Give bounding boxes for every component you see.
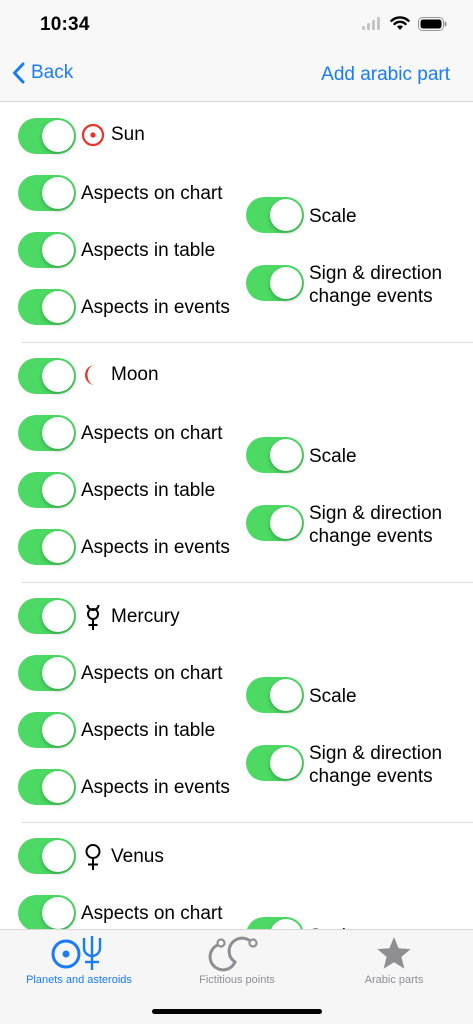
aspects-on-chart-toggle[interactable] [18,655,76,691]
tab-fictitious-points[interactable]: Fictitious points [158,930,316,1000]
venus-enabled-toggle[interactable] [18,838,76,874]
fictitious-points-icon [208,936,258,972]
navigation-bar: Back Add arabic part [0,50,473,102]
mercury-enabled-toggle[interactable] [18,598,76,634]
aspects-in-table-toggle[interactable] [18,472,76,508]
aspects-on-chart-label: Aspects on chart [81,183,223,204]
scale-toggle[interactable] [246,197,304,233]
aspects-in-events-label: Aspects in events [81,777,230,798]
aspects-in-events-toggle[interactable] [18,529,76,565]
signal-icon [362,17,380,30]
scale-label: Scale [309,446,357,467]
aspects-in-events-label: Aspects in events [81,537,230,558]
home-indicator[interactable] [152,1009,322,1014]
tab-label: Arabic parts [364,974,424,986]
add-arabic-part-button[interactable]: Add arabic part [321,64,450,86]
aspects-in-events-label: Aspects in events [81,297,230,318]
planet-section-sun: Sun Aspects on chart Aspects in table As… [0,102,473,342]
tab-label: Planets and asteroids [26,974,132,986]
mercury-symbol-icon [86,604,100,630]
aspects-on-chart-toggle[interactable] [18,415,76,451]
aspects-in-table-label: Aspects in table [81,720,216,741]
sun-enabled-toggle[interactable] [18,118,76,154]
aspects-on-chart-toggle[interactable] [18,895,76,929]
planet-name: Mercury [111,606,180,627]
moon-enabled-toggle[interactable] [18,358,76,394]
status-time: 10:34 [40,14,90,35]
aspects-in-table-label: Aspects in table [81,480,216,501]
tab-label: Fictitious points [199,974,275,986]
planets-asteroids-icon [51,936,102,970]
scale-label: Scale [309,206,357,227]
planet-section-venus: Venus Aspects on chart Scale [0,822,473,929]
planet-section-moon: Moon Aspects on chart Aspects in table A… [0,342,473,582]
star-icon [377,937,411,969]
status-bar: 10:34 [0,0,473,50]
aspects-on-chart-label: Aspects on chart [81,903,223,924]
sign-direction-change-toggle[interactable] [246,745,304,781]
planet-header: Sun [81,123,145,147]
aspects-in-events-toggle[interactable] [18,769,76,805]
status-icons [362,16,447,31]
aspects-in-table-toggle[interactable] [18,712,76,748]
planet-name: Moon [111,364,159,385]
tab-arabic-parts[interactable]: Arabic parts [315,930,473,1000]
sign-direction-label-line1: Sign & direction [309,263,443,284]
aspects-on-chart-label: Aspects on chart [81,663,223,684]
scale-toggle[interactable] [246,437,304,473]
sign-direction-label-line2: change events [309,526,433,547]
aspects-on-chart-label: Aspects on chart [81,423,223,444]
scale-toggle[interactable] [246,677,304,713]
aspects-on-chart-toggle[interactable] [18,175,76,211]
moon-symbol-icon [85,365,95,385]
sign-direction-label-line2: change events [309,286,433,307]
planet-section-mercury: Mercury Aspects on chart Aspects in tabl… [0,582,473,822]
back-label: Back [31,62,74,83]
tab-planets-and-asteroids[interactable]: Planets and asteroids [0,930,158,1000]
sign-direction-label-line1: Sign & direction [309,743,443,764]
planet-header: Mercury [81,603,180,631]
planet-header: Moon [81,363,159,387]
aspects-in-events-toggle[interactable] [18,289,76,325]
planet-settings-list[interactable]: Sun Aspects on chart Aspects in table As… [0,102,473,929]
scale-toggle[interactable] [246,917,304,929]
planet-name: Venus [111,846,164,867]
aspects-in-table-label: Aspects in table [81,240,216,261]
wifi-icon [390,16,410,30]
sign-direction-change-toggle[interactable] [246,265,304,301]
sign-direction-label-line1: Sign & direction [309,503,443,524]
battery-icon [418,16,447,31]
tab-bar: Planets and asteroids Fictitious points … [0,929,473,1024]
sign-direction-change-toggle[interactable] [246,505,304,541]
sign-direction-label-line2: change events [309,766,433,787]
sun-symbol-icon [81,123,105,147]
planet-header: Venus [81,843,164,871]
venus-symbol-icon [85,844,101,870]
aspects-in-table-toggle[interactable] [18,232,76,268]
chevron-left-icon [13,62,25,84]
scale-label: Scale [309,686,357,707]
back-button[interactable]: Back [12,62,73,84]
planet-name: Sun [111,124,145,145]
